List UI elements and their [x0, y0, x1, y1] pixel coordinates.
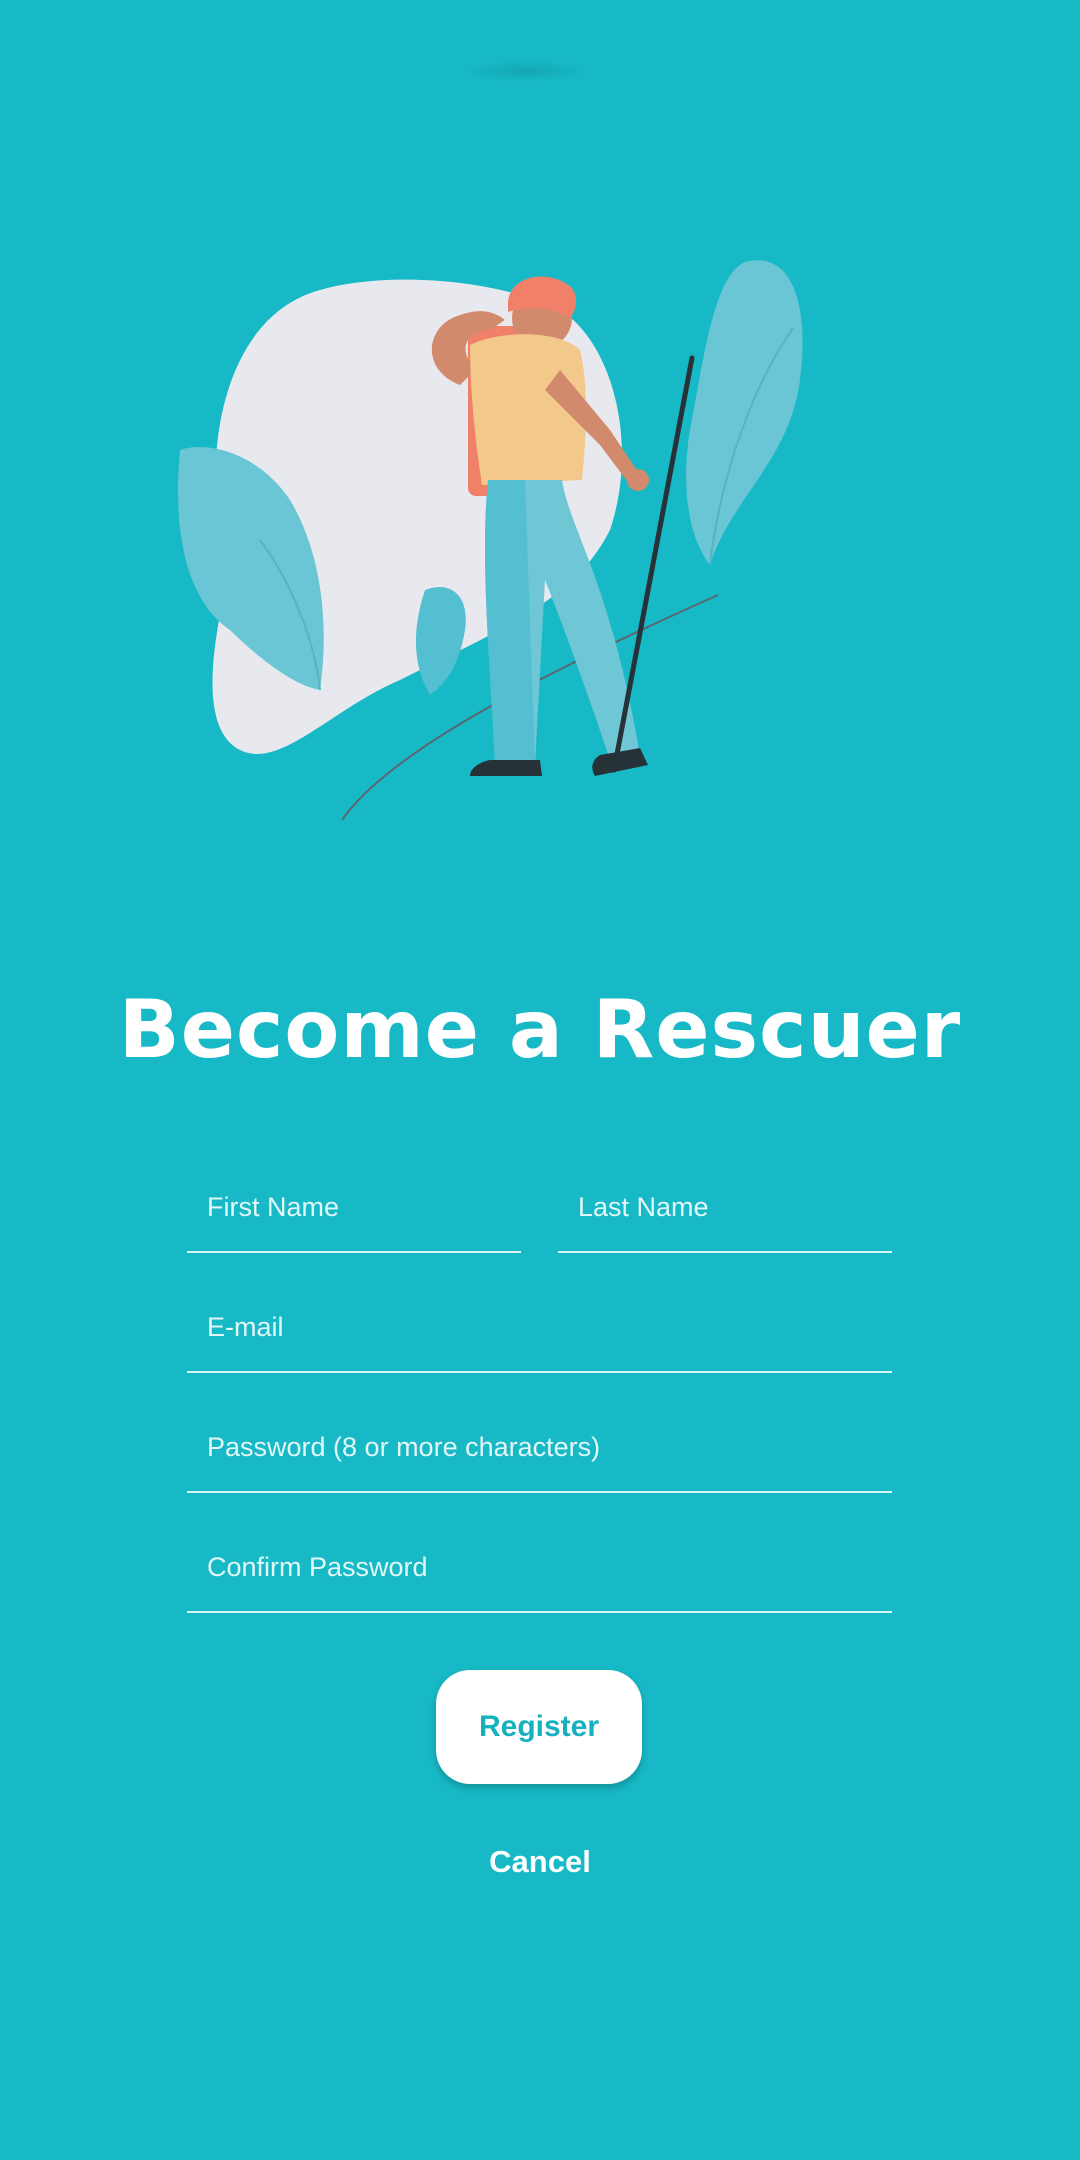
confirm-password-field[interactable] — [187, 1525, 892, 1613]
hiking-stick — [611, 355, 695, 773]
password-field[interactable] — [187, 1405, 892, 1493]
right-shoe — [592, 748, 648, 776]
left-shoe — [470, 760, 542, 776]
email-input[interactable] — [207, 1305, 882, 1349]
email-field[interactable] — [187, 1285, 892, 1373]
small-plant — [415, 586, 466, 695]
confirm-password-input[interactable] — [207, 1545, 882, 1589]
register-button[interactable]: Register — [436, 1670, 642, 1784]
page-title: Become a Rescuer — [118, 983, 962, 1076]
hiker-illustration — [178, 260, 803, 821]
password-input[interactable] — [207, 1425, 882, 1469]
cancel-button[interactable]: Cancel — [440, 1836, 640, 1888]
last-name-input[interactable] — [578, 1185, 882, 1229]
first-name-input[interactable] — [207, 1185, 511, 1229]
right-leaf — [686, 260, 803, 565]
register-screen: Become a Rescuer Register Cancel — [0, 0, 1080, 2160]
first-name-field[interactable] — [187, 1165, 521, 1253]
status-bar-shadow — [460, 60, 590, 82]
last-name-field[interactable] — [558, 1165, 892, 1253]
